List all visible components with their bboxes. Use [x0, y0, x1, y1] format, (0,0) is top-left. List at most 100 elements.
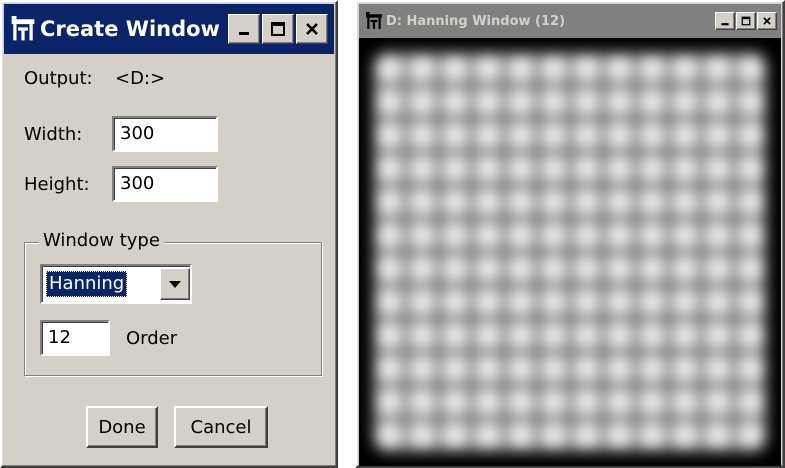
- pattern-lobe: [607, 323, 632, 348]
- pattern-lobe: [410, 290, 435, 314]
- window-type-select[interactable]: Hanning: [40, 264, 192, 304]
- pattern-lobe: [673, 290, 697, 314]
- pattern-lobe: [738, 223, 763, 248]
- pattern-lobe: [541, 56, 566, 81]
- pattern-lobe: [705, 423, 730, 448]
- pattern-lobe: [508, 423, 533, 448]
- pattern-lobe: [410, 223, 435, 248]
- pattern-lobe: [640, 256, 664, 281]
- minimize-button[interactable]: [715, 12, 735, 30]
- pattern-lobe: [476, 256, 500, 281]
- close-button[interactable]: [296, 14, 328, 44]
- pattern-lobe: [476, 390, 500, 414]
- output-value: <D:>: [115, 68, 166, 89]
- pattern-lobe: [738, 56, 763, 81]
- done-button[interactable]: Done: [86, 406, 158, 448]
- close-icon: [306, 23, 318, 35]
- pattern-lobe: [738, 390, 763, 414]
- pattern-base: [373, 52, 767, 452]
- maximize-icon: [271, 22, 285, 36]
- pattern-lobe: [377, 190, 402, 214]
- order-label: Order: [126, 328, 178, 349]
- pattern-lobe: [541, 423, 566, 448]
- pattern-lobe: [541, 390, 566, 414]
- pattern-lobe: [541, 190, 566, 214]
- pattern-lobe: [673, 423, 697, 448]
- pattern-lobe: [705, 256, 730, 281]
- pattern-lobe: [508, 390, 533, 414]
- pattern-lobe: [574, 190, 599, 214]
- pattern-lobe: [377, 256, 402, 281]
- pattern-lobe: [574, 356, 599, 381]
- pattern-lobe: [377, 156, 402, 181]
- pattern-lobe: [476, 290, 500, 314]
- pattern-lobe: [705, 123, 730, 148]
- pattern-lobe: [574, 56, 599, 81]
- close-button[interactable]: [757, 12, 777, 30]
- pattern-lobe: [443, 90, 467, 114]
- pattern-lobe: [476, 90, 500, 114]
- maximize-button[interactable]: [262, 14, 294, 44]
- pattern-lobe: [541, 123, 566, 148]
- pattern-lobe: [705, 323, 730, 348]
- hanning-window-image: [359, 38, 781, 466]
- pattern-lobe: [574, 156, 599, 181]
- pattern-lobe: [410, 356, 435, 381]
- minimize-button[interactable]: [228, 14, 260, 44]
- image-window: D: Hanning Window (12): [355, 0, 785, 468]
- pattern-lobe: [443, 56, 467, 81]
- pattern-lobe: [673, 356, 697, 381]
- chevron-down-icon: [169, 281, 181, 288]
- cancel-button[interactable]: Cancel: [174, 406, 268, 448]
- output-label: Output:: [24, 68, 93, 89]
- pattern-lobe: [476, 156, 500, 181]
- order-field[interactable]: 12: [40, 320, 110, 356]
- pattern-lobe: [607, 223, 632, 248]
- pattern-lobe: [574, 423, 599, 448]
- image-window-title: D: Hanning Window (12): [386, 13, 566, 29]
- pattern-lobe: [476, 423, 500, 448]
- dropdown-button[interactable]: [160, 268, 190, 300]
- pattern-lobe: [541, 323, 566, 348]
- pattern-lobe: [607, 390, 632, 414]
- close-icon: [763, 17, 771, 25]
- pattern-lobe: [410, 90, 435, 114]
- pattern-lobe: [607, 256, 632, 281]
- pattern-lobe: [607, 290, 632, 314]
- pattern-lobe: [476, 323, 500, 348]
- height-label: Height:: [24, 174, 90, 195]
- pattern-lobe: [476, 56, 500, 81]
- hanning-image-canvas[interactable]: [359, 38, 781, 466]
- width-field[interactable]: 300: [112, 116, 218, 152]
- pattern-lobe: [673, 190, 697, 214]
- pattern-lobe: [508, 323, 533, 348]
- maximize-button[interactable]: [736, 12, 756, 30]
- pattern-lobe: [377, 223, 402, 248]
- pattern-lobe: [377, 423, 402, 448]
- pattern-lobe: [410, 323, 435, 348]
- pattern-lobe: [443, 290, 467, 314]
- pattern-lobe: [673, 123, 697, 148]
- pattern-lobe: [640, 390, 664, 414]
- pattern-lobe: [443, 123, 467, 148]
- pattern-lobe: [640, 90, 664, 114]
- pattern-lobe: [738, 290, 763, 314]
- pattern-lobe: [410, 56, 435, 81]
- pattern-lobe: [574, 90, 599, 114]
- pattern-lobe: [574, 123, 599, 148]
- width-label: Width:: [24, 124, 83, 145]
- dialog-title: Create Window: [40, 17, 220, 41]
- pattern-lobe: [673, 223, 697, 248]
- pattern-lobe: [607, 356, 632, 381]
- pattern-lobe: [476, 356, 500, 381]
- pattern-lobe: [607, 156, 632, 181]
- pattern-lobe: [640, 323, 664, 348]
- pattern-lobe: [410, 156, 435, 181]
- image-window-title-bar[interactable]: D: Hanning Window (12): [359, 4, 781, 38]
- dialog-title-bar[interactable]: Create Window: [4, 4, 334, 54]
- pattern-lobe: [541, 156, 566, 181]
- height-field[interactable]: 300: [112, 166, 218, 202]
- hanning-pattern: [373, 52, 767, 452]
- pattern-lobe: [410, 256, 435, 281]
- pattern-lobe: [410, 423, 435, 448]
